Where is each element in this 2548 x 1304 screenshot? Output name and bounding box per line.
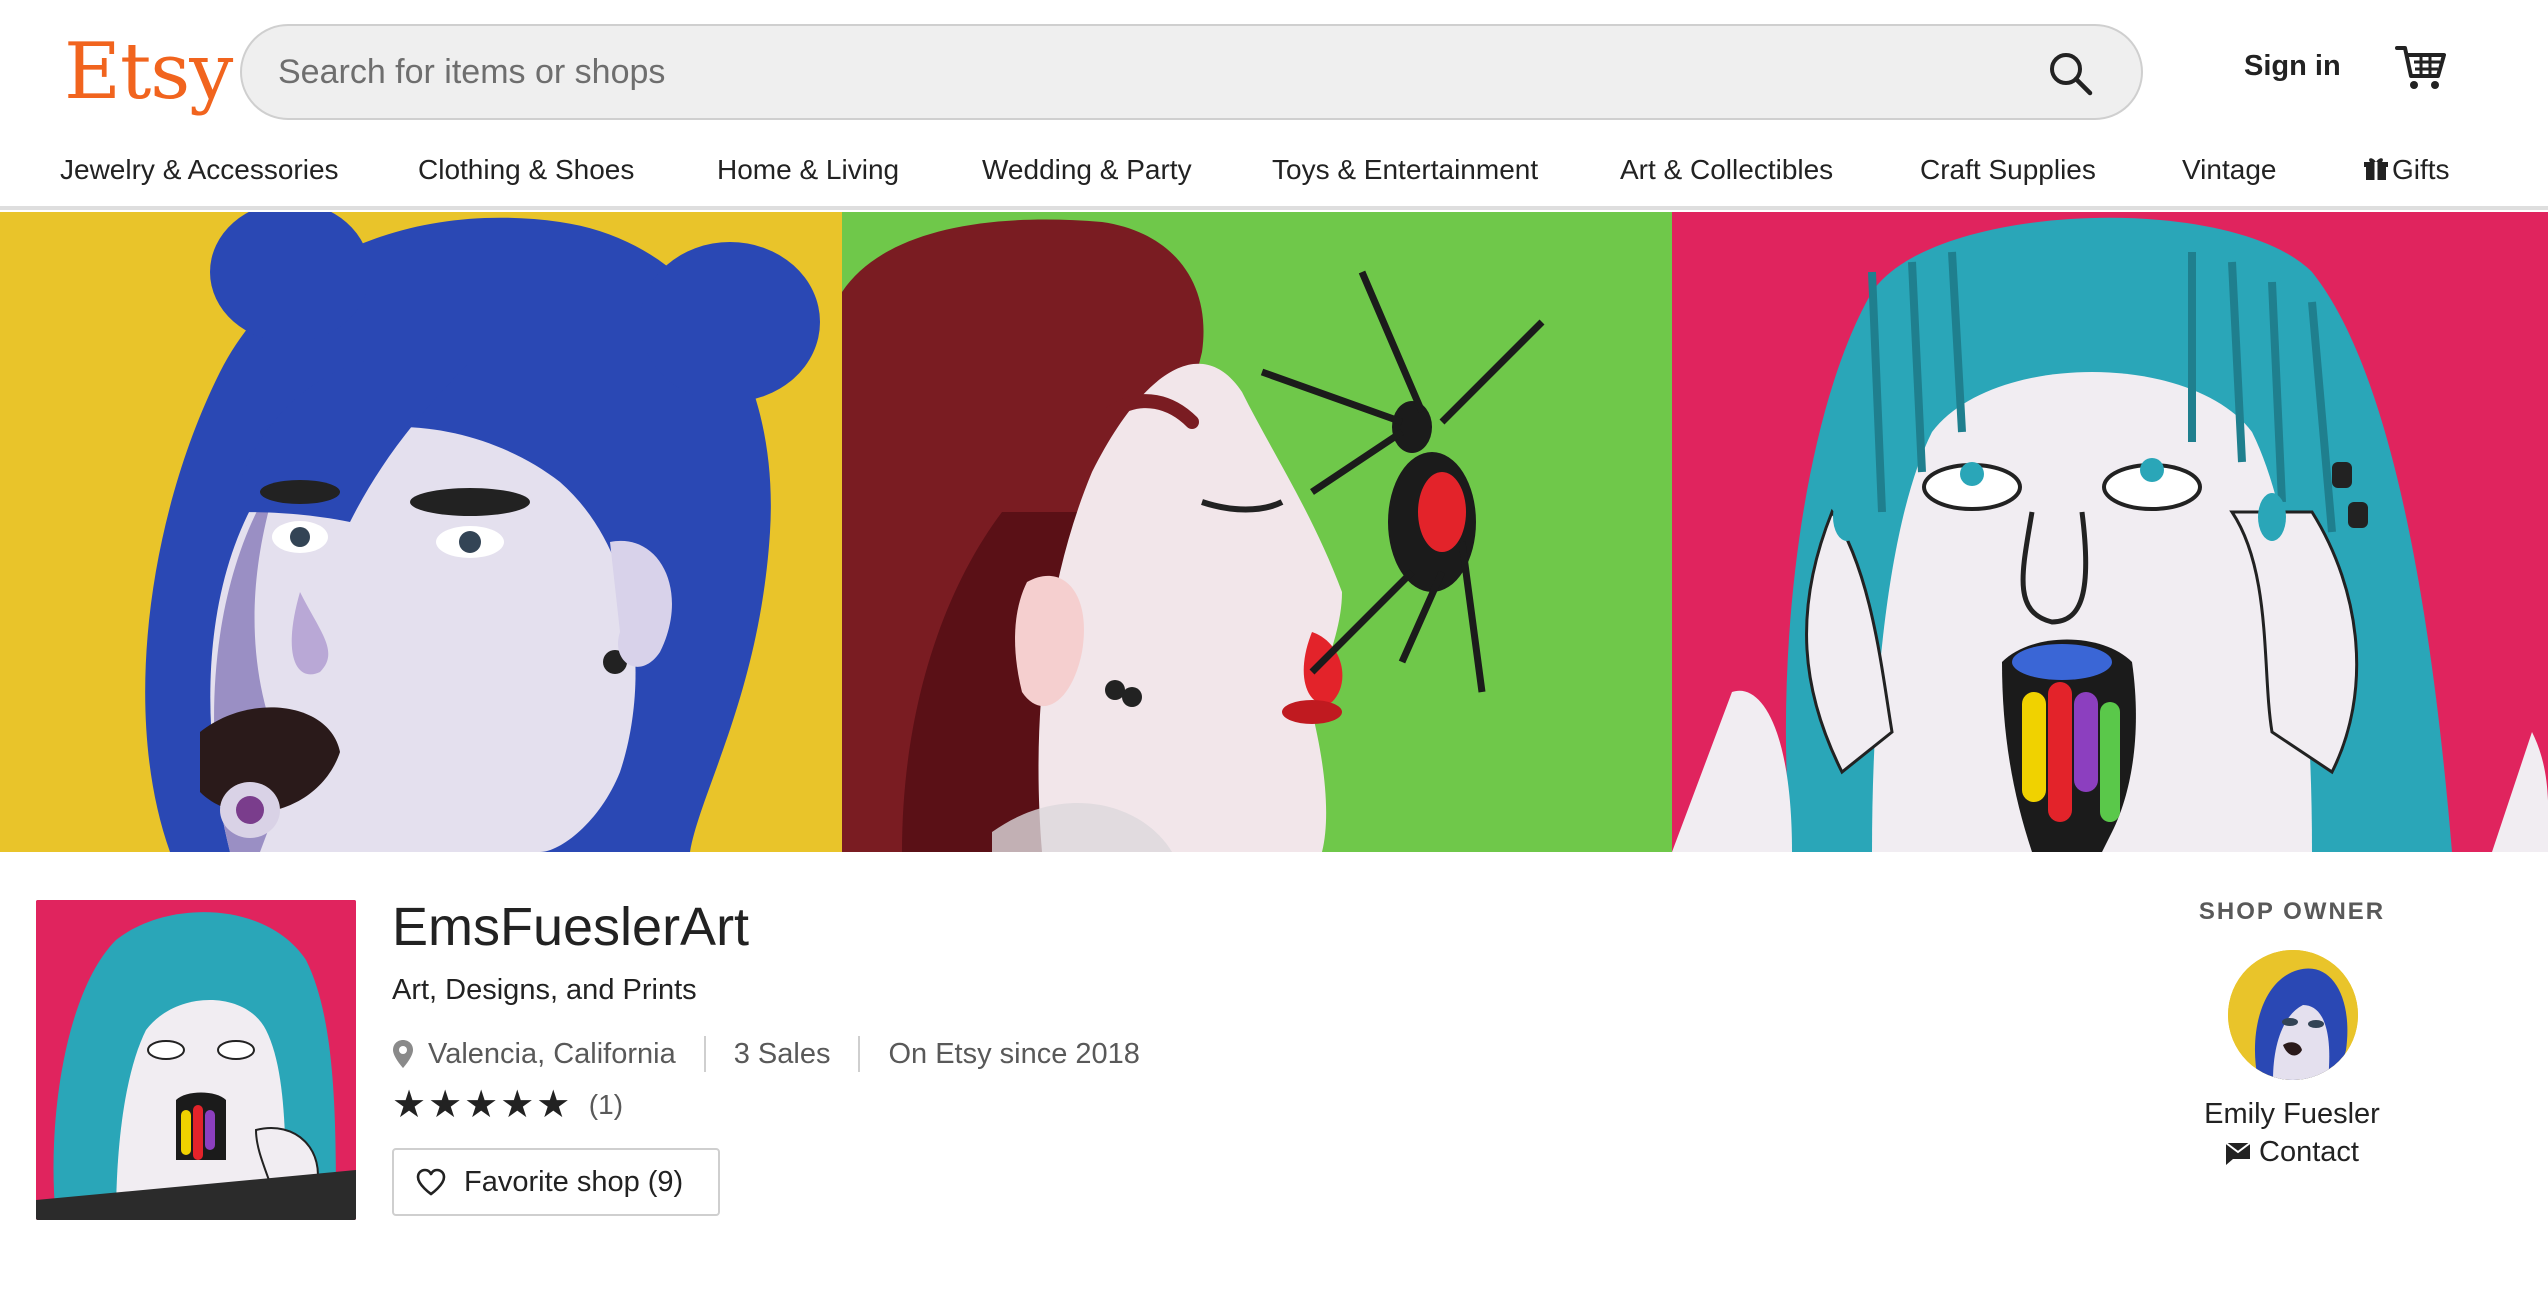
category-craft[interactable]: Craft Supplies (1920, 154, 2096, 186)
category-toys[interactable]: Toys & Entertainment (1272, 154, 1538, 186)
category-home[interactable]: Home & Living (717, 154, 899, 186)
shop-tagline: Art, Designs, and Prints (392, 974, 697, 1006)
contact-owner-link[interactable]: Contact (2120, 1136, 2464, 1169)
category-nav: Jewelry & Accessories Clothing & Shoes H… (0, 142, 2548, 208)
header-divider (0, 206, 2548, 210)
rating-count: (1) (588, 1088, 624, 1120)
category-art[interactable]: Art & Collectibles (1620, 154, 1833, 186)
shop-icon-image (36, 900, 356, 1220)
contact-label: Contact (2259, 1136, 2359, 1168)
star-rating-icon: ★★★★★ (392, 1084, 573, 1126)
search-input[interactable] (278, 44, 2058, 100)
sign-in-link[interactable]: Sign in (2244, 50, 2341, 83)
banner-artwork-blue-hair (0, 212, 842, 852)
shop-rating[interactable]: ★★★★★ (1) (392, 1082, 624, 1126)
search-icon[interactable] (2045, 48, 2097, 100)
banner-artwork-teal-hair (1672, 212, 2548, 852)
favorite-shop-label: Favorite shop (9) (464, 1165, 684, 1198)
shop-since: On Etsy since 2018 (888, 1037, 1140, 1070)
etsy-shop-page: Etsy Sign in Jewelry & A (0, 0, 2548, 1304)
category-wedding[interactable]: Wedding & Party (982, 154, 1192, 186)
meta-divider (858, 1036, 861, 1072)
etsy-logo[interactable]: Etsy (64, 24, 233, 120)
shop-banner (0, 212, 2548, 852)
category-gifts[interactable]: Gifts (2364, 154, 2450, 186)
category-gifts-label: Gifts (2392, 154, 2450, 185)
location-pin-icon (393, 1040, 413, 1068)
banner-artwork-spider (842, 212, 1672, 852)
shop-name: EmsFueslerArt (392, 897, 750, 957)
owner-avatar[interactable] (2228, 950, 2358, 1080)
favorite-shop-button[interactable]: Favorite shop (9) (392, 1148, 720, 1216)
gift-icon (2364, 158, 2388, 180)
search-bar (240, 24, 2143, 120)
category-vintage[interactable]: Vintage (2182, 154, 2276, 186)
cart-icon[interactable] (2394, 40, 2448, 94)
heart-icon (416, 1168, 446, 1196)
shop-location: Valencia, California (428, 1037, 676, 1070)
shop-owner-heading: SHOP OWNER (2198, 898, 2386, 925)
category-jewelry[interactable]: Jewelry & Accessories (60, 154, 339, 186)
owner-name[interactable]: Emily Fuesler (2120, 1098, 2464, 1131)
shop-meta: Valencia, California 3 Sales On Etsy since… (392, 1036, 1140, 1076)
site-header: Etsy Sign in (0, 0, 2548, 134)
message-icon (2225, 1142, 2251, 1166)
category-clothing[interactable]: Clothing & Shoes (418, 154, 634, 186)
meta-divider (703, 1036, 706, 1072)
shop-sales[interactable]: 3 Sales (734, 1038, 831, 1071)
